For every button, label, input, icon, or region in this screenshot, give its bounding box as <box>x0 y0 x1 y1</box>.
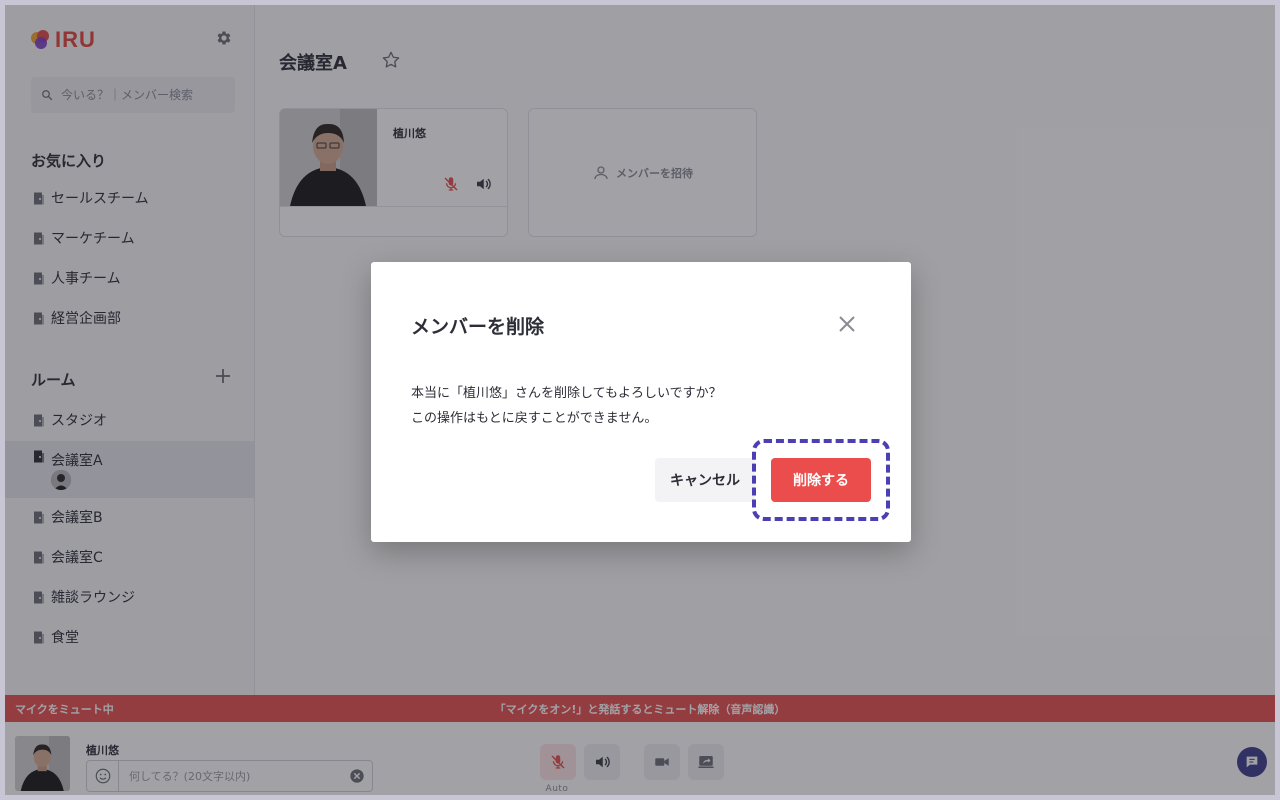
dialog-message-line2: この操作はもとに戻すことができません。 <box>411 411 658 426</box>
cancel-button[interactable]: キャンセル <box>655 458 755 502</box>
close-icon[interactable] <box>837 314 857 334</box>
dialog-title: メンバーを削除 <box>411 316 545 338</box>
delete-member-dialog: メンバーを削除 本当に「植川悠」さんを削除してもよろしいですか？ この操作はもと… <box>371 262 911 542</box>
dialog-message-line1: 本当に「植川悠」さんを削除してもよろしいですか？ <box>411 386 722 401</box>
app-window: IRU お気に入り セールスチーム マーケチーム 人事チーム 経営企画 <box>5 5 1275 795</box>
delete-button[interactable]: 削除する <box>771 458 871 502</box>
